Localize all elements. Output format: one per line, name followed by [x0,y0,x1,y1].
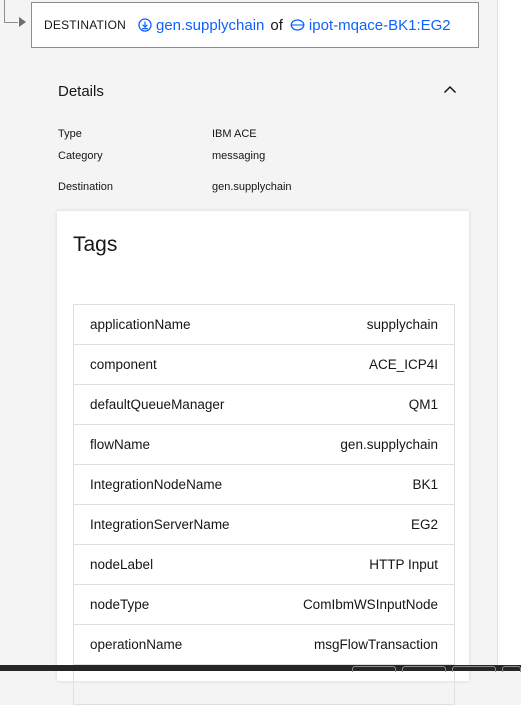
server-link-label: ipot-mqace-BK1:EG2 [308,16,451,34]
table-row [74,665,454,705]
flow-link-label: gen.supplychain [155,16,265,34]
table-row: IntegrationNodeName BK1 [74,465,454,505]
tree-connector-vertical [4,0,5,22]
table-row: flowName gen.supplychain [74,425,454,465]
property-value-type: IBM ACE [212,128,257,140]
table-row: nodeLabel HTTP Input [74,545,454,585]
tags-card: Tags applicationName supplychain compone… [57,211,469,705]
table-row: operationName msgFlowTransaction [74,625,454,665]
tag-key: component [90,357,157,372]
property-label-destination: Destination [58,181,114,193]
tree-arrow-icon [19,17,26,27]
tag-value: BK1 [412,477,438,492]
tags-table: applicationName supplychain component AC… [73,304,455,705]
property-label-type: Type [58,128,82,140]
tag-key: IntegrationServerName [90,517,230,532]
destination-node[interactable]: DESTINATION gen.supplychain of ipot-mqac… [31,2,479,48]
tag-value: HTTP Input [369,557,438,572]
tags-heading: Tags [73,233,118,256]
collapse-details-button[interactable] [440,80,460,98]
right-panel-edge [497,0,521,665]
server-icon [290,19,305,31]
tag-value: ACE_ICP4I [368,357,438,372]
details-heading: Details [58,83,104,100]
property-value-destination: gen.supplychain [212,181,292,193]
tag-value: gen.supplychain [340,437,438,452]
table-row: component ACE_ICP4I [74,345,454,385]
tag-value: EG2 [410,517,438,532]
table-row: defaultQueueManager QM1 [74,385,454,425]
bottom-tab[interactable] [352,666,396,672]
tag-key: IntegrationNodeName [90,477,223,492]
tag-key: nodeType [90,597,150,612]
tag-key: flowName [90,437,151,452]
table-row: IntegrationServerName EG2 [74,505,454,545]
property-value-category: messaging [212,150,266,162]
destination-kind-label: DESTINATION [44,18,126,32]
tree-connector-horizontal [4,22,18,23]
bottom-tab[interactable] [452,666,496,672]
bottom-tab[interactable] [402,666,446,672]
tag-value: QM1 [408,397,438,412]
tag-value: supplychain [366,317,438,332]
tag-key: defaultQueueManager [90,397,225,412]
destination-connector-text: of [270,16,283,34]
tag-key: applicationName [90,317,191,332]
property-label-category: Category [58,150,103,162]
flow-link[interactable]: gen.supplychain [138,17,264,34]
bottom-tab[interactable] [502,666,521,672]
server-link[interactable]: ipot-mqace-BK1:EG2 [290,17,451,34]
table-row: applicationName supplychain [74,305,454,345]
tag-value: ComIbmWSInputNode [302,597,438,612]
tag-value: msgFlowTransaction [313,637,438,652]
table-row: nodeType ComIbmWSInputNode [74,585,454,625]
tag-key: operationName [90,637,183,652]
chevron-up-icon [443,85,457,93]
flow-icon [138,18,152,32]
tag-key: nodeLabel [90,557,154,572]
